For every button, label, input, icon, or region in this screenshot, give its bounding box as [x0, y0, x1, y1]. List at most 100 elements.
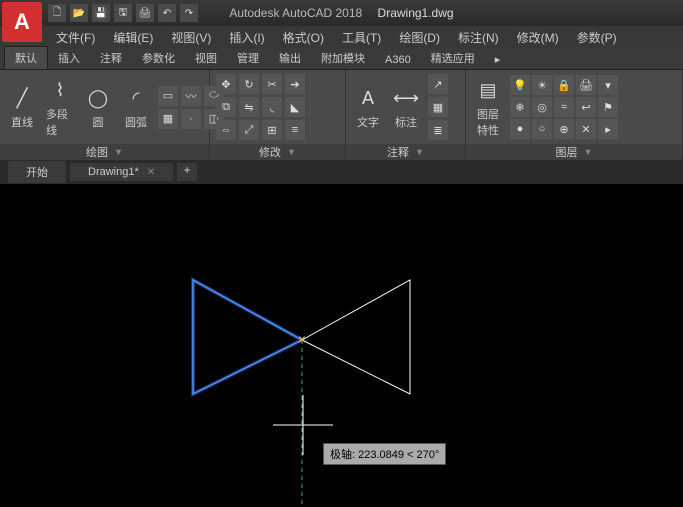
- polyline-button[interactable]: ⌇多段线: [44, 74, 76, 140]
- layer-props-button[interactable]: ▤图层 特性: [472, 74, 504, 140]
- on-icon[interactable]: ●: [510, 119, 530, 139]
- leader-icon[interactable]: ↗: [428, 74, 448, 94]
- tab-featured[interactable]: 精选应用: [421, 47, 485, 69]
- tab-view[interactable]: 视图: [185, 47, 227, 69]
- layer-dd-icon[interactable]: ▾: [598, 75, 618, 95]
- add-tab-button[interactable]: +: [177, 163, 197, 181]
- file-name: Drawing1.dwg: [378, 6, 454, 20]
- spline-icon[interactable]: 〰: [181, 86, 201, 106]
- stretch-icon[interactable]: ⇔: [216, 120, 236, 140]
- menu-bar: 文件(F) 编辑(E) 视图(V) 插入(I) 格式(O) 工具(T) 绘图(D…: [0, 26, 683, 48]
- menu-edit[interactable]: 编辑(E): [105, 27, 161, 48]
- undo-icon[interactable]: ↶: [158, 4, 176, 22]
- tab-addon[interactable]: 附加模块: [311, 47, 375, 69]
- panel-layers-title[interactable]: 图层▼: [466, 144, 682, 160]
- rotate-icon[interactable]: ↻: [239, 74, 259, 94]
- menu-param[interactable]: 参数(P): [569, 27, 625, 48]
- panel-layers: ▤图层 特性 💡 ☀ 🔒 🖨 ▾ ❄ ◎ ≈ ↩ ⚑ ●: [466, 70, 683, 159]
- menu-view[interactable]: 视图(V): [163, 27, 219, 48]
- scale-icon[interactable]: ⤢: [239, 120, 259, 140]
- line-button[interactable]: ╱直线: [6, 82, 38, 132]
- title-bar: A 🗋 📂 💾 🖫 🖨 ↶ ↷ Autodesk AutoCAD 2018 Dr…: [0, 0, 683, 26]
- open-icon[interactable]: 📂: [70, 4, 88, 22]
- text-icon: A: [354, 84, 382, 112]
- panel-draw-title[interactable]: 绘图▼: [0, 144, 209, 160]
- tab-more-icon[interactable]: ▸: [485, 50, 511, 69]
- doc-tab-drawing[interactable]: Drawing1*✕: [70, 163, 173, 181]
- chevron-down-icon: ▼: [114, 147, 123, 157]
- app-title: Autodesk AutoCAD 2018 Drawing1.dwg: [229, 6, 453, 20]
- plot-layer-icon[interactable]: 🖨: [576, 75, 596, 95]
- del-icon[interactable]: ✕: [576, 119, 596, 139]
- tab-annotate[interactable]: 注释: [90, 47, 132, 69]
- polar-tooltip: 极轴: 223.0849 < 270°: [323, 443, 446, 465]
- arc-button[interactable]: ◜圆弧: [120, 82, 152, 132]
- tab-insert[interactable]: 插入: [48, 47, 90, 69]
- merge-icon[interactable]: ⊕: [554, 119, 574, 139]
- menu-modify[interactable]: 修改(M): [509, 27, 567, 48]
- rect-icon[interactable]: ▭: [158, 86, 178, 106]
- fillet-icon[interactable]: ◟: [262, 97, 282, 117]
- lock-icon[interactable]: 🔒: [554, 75, 574, 95]
- drawing-canvas[interactable]: × 极轴: 223.0849 < 270°: [0, 184, 683, 507]
- point-icon[interactable]: ·: [181, 109, 201, 129]
- menu-insert[interactable]: 插入(I): [221, 27, 272, 48]
- tab-a360[interactable]: A360: [375, 51, 421, 69]
- chevron-down-icon: ▼: [415, 147, 424, 157]
- save-icon[interactable]: 💾: [92, 4, 110, 22]
- move-icon[interactable]: ✥: [216, 74, 236, 94]
- modify-grid: ✥ ↻ ✂ ➔ ⧉ ⇋ ◟ ◣ ⇔ ⤢ ⊞ ≡: [216, 74, 305, 140]
- doc-tab-start[interactable]: 开始: [8, 161, 66, 183]
- table-icon[interactable]: ▦: [428, 97, 448, 117]
- offset-icon[interactable]: ≡: [285, 120, 305, 140]
- state-icon[interactable]: ⚑: [598, 97, 618, 117]
- panel-modify-title[interactable]: 修改▼: [210, 144, 345, 160]
- dimension-icon: ⟷: [392, 84, 420, 112]
- chevron-down-icon: ▼: [287, 147, 296, 157]
- menu-format[interactable]: 格式(O): [275, 27, 332, 48]
- layer-tools: 💡 ☀ 🔒 🖨 ▾ ❄ ◎ ≈ ↩ ⚑ ● ○ ⊕ ✕: [510, 75, 618, 139]
- panel-annotate-title[interactable]: 注释▼: [346, 144, 465, 160]
- ribbon-tabs: 默认 插入 注释 参数化 视图 管理 输出 附加模块 A360 精选应用 ▸: [0, 48, 683, 70]
- app-logo[interactable]: A: [2, 2, 42, 42]
- mtext-icon[interactable]: ≣: [428, 120, 448, 140]
- mirror-icon[interactable]: ⇋: [239, 97, 259, 117]
- extend-icon[interactable]: ➔: [285, 74, 305, 94]
- new-icon[interactable]: 🗋: [48, 4, 66, 22]
- prev-icon[interactable]: ↩: [576, 97, 596, 117]
- ribbon: ╱直线 ⌇多段线 ◯圆 ◜圆弧 ▭ 〰 ⬭ ▦ · ◫ 绘图▼ ✥ ↻ ✂ ➔ …: [0, 70, 683, 160]
- iso-icon[interactable]: ◎: [532, 97, 552, 117]
- menu-tools[interactable]: 工具(T): [334, 27, 389, 48]
- document-tabs: 开始 Drawing1*✕ +: [0, 160, 683, 184]
- tab-default[interactable]: 默认: [4, 46, 48, 69]
- freeze-icon[interactable]: ❄: [510, 97, 530, 117]
- panel-draw: ╱直线 ⌇多段线 ◯圆 ◜圆弧 ▭ 〰 ⬭ ▦ · ◫ 绘图▼: [0, 70, 210, 159]
- saveas-icon[interactable]: 🖫: [114, 4, 132, 22]
- walk-icon[interactable]: ▸: [598, 119, 618, 139]
- plot-icon[interactable]: 🖨: [136, 4, 154, 22]
- menu-draw[interactable]: 绘图(D): [391, 27, 448, 48]
- sun-icon[interactable]: ☀: [532, 75, 552, 95]
- match-icon[interactable]: ≈: [554, 97, 574, 117]
- copy-icon[interactable]: ⧉: [216, 97, 236, 117]
- text-button[interactable]: A文字: [352, 82, 384, 132]
- app-name: Autodesk AutoCAD 2018: [229, 6, 362, 20]
- bulb-icon[interactable]: 💡: [510, 75, 530, 95]
- off-icon[interactable]: ○: [532, 119, 552, 139]
- quick-access-toolbar: 🗋 📂 💾 🖫 🖨 ↶ ↷: [48, 4, 198, 22]
- array-icon[interactable]: ⊞: [262, 120, 282, 140]
- layers-icon: ▤: [474, 76, 502, 104]
- dimension-button[interactable]: ⟷标注: [390, 82, 422, 132]
- close-icon[interactable]: ✕: [147, 167, 155, 178]
- trim-icon[interactable]: ✂: [262, 74, 282, 94]
- redo-icon[interactable]: ↷: [180, 4, 198, 22]
- tab-param[interactable]: 参数化: [132, 47, 185, 69]
- tab-manage[interactable]: 管理: [227, 47, 269, 69]
- circle-button[interactable]: ◯圆: [82, 82, 114, 132]
- menu-dim[interactable]: 标注(N): [450, 27, 507, 48]
- chamfer-icon[interactable]: ◣: [285, 97, 305, 117]
- hatch-icon[interactable]: ▦: [158, 109, 178, 129]
- tab-output[interactable]: 输出: [269, 47, 311, 69]
- menu-file[interactable]: 文件(F): [48, 27, 103, 48]
- chevron-down-icon: ▼: [584, 147, 593, 157]
